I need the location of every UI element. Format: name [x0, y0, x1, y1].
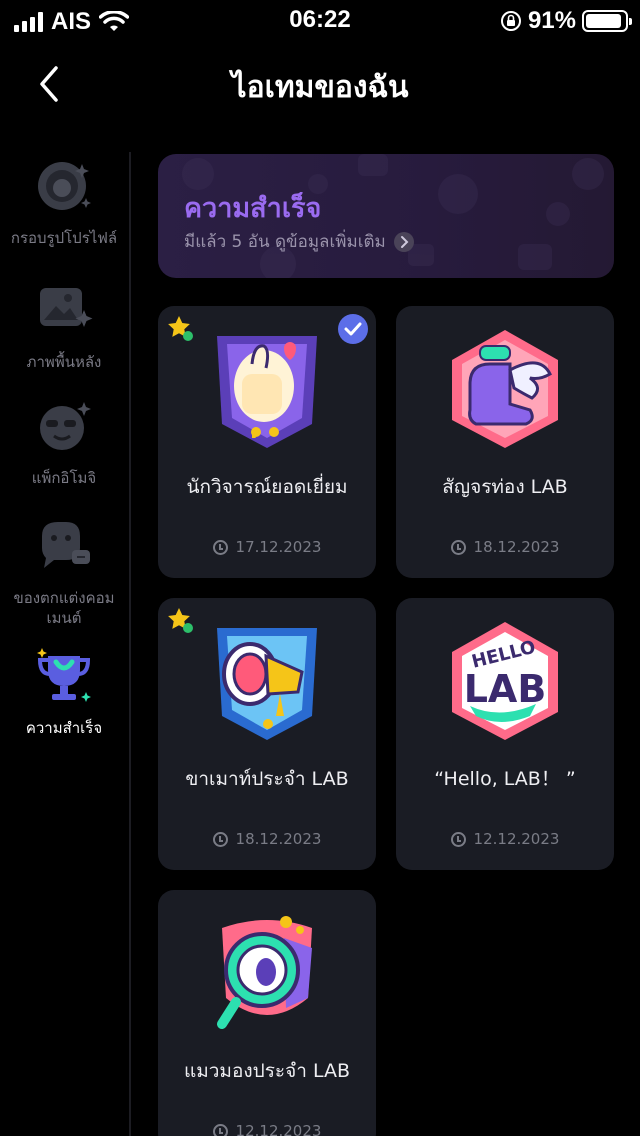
- achievement-date: 12.12.2023: [396, 830, 614, 848]
- star-tag-icon: [168, 608, 193, 633]
- page-title: ไอเทมของฉัน: [231, 70, 409, 105]
- achievement-date-text: 12.12.2023: [235, 1122, 322, 1136]
- sidebar-item-label: แพ็กอิโมจิ: [31, 469, 97, 487]
- battery-icon: [582, 10, 632, 32]
- background-image-icon: [40, 288, 93, 327]
- profile-frame-icon: [38, 162, 91, 210]
- clock-icon: [212, 1123, 228, 1136]
- star-tag-icon: [168, 316, 193, 341]
- achievement-date-text: 12.12.2023: [473, 830, 560, 848]
- equipped-check-icon: [338, 314, 368, 344]
- achievement-date-text: 18.12.2023: [235, 830, 322, 848]
- banner-subtitle: มีแล้ว 5 อัน ดูข้อมูลเพิ่มเติม: [184, 228, 414, 255]
- sidebar: กรอบรูปโปรไฟล์ ภาพพื้นหลัง แพ็กอิโมจิ ขอ…: [0, 150, 128, 1136]
- banner-subtitle-text: มีแล้ว 5 อัน ดูข้อมูลเพิ่มเติม: [184, 232, 386, 252]
- emoji-pack-icon: [40, 402, 91, 450]
- achievement-date-text: 17.12.2023: [235, 538, 322, 556]
- clock-icon: [450, 831, 466, 847]
- sidebar-item-label: ของตกแต่งคอม เมนต์: [13, 589, 115, 627]
- achievement-name: ขาเมาท์ประจำ LAB: [185, 768, 349, 790]
- banner-title: ความสำเร็จ: [184, 193, 322, 224]
- achievement-date: 18.12.2023: [158, 830, 376, 848]
- achievement-date: 12.12.2023: [158, 1122, 376, 1136]
- clock-icon: [450, 539, 466, 555]
- hello-lab-badge-icon: HELLO LAB: [452, 622, 558, 740]
- achievement-date-text: 18.12.2023: [473, 538, 560, 556]
- achievements-banner[interactable]: ความสำเร็จ มีแล้ว 5 อัน ดูข้อมูลเพิ่มเติ…: [158, 154, 614, 278]
- rotation-lock-icon: [500, 11, 521, 31]
- achievement-name: “Hello, LAB！ ”: [434, 768, 576, 790]
- sidebar-divider: [129, 152, 131, 1136]
- sidebar-item-emoji-pack[interactable]: แพ็กอิโมจิ: [0, 394, 128, 488]
- sidebar-item-profile-frame[interactable]: กรอบรูปโปรไฟล์: [0, 154, 128, 248]
- comment-decoration-icon: [42, 522, 90, 568]
- megaphone-badge-icon: [217, 628, 317, 740]
- battery-percent: 91%: [527, 7, 576, 34]
- header: ไอเทมของฉัน: [0, 48, 640, 118]
- magnifier-badge-icon: [217, 916, 312, 1029]
- battery-fill: [586, 14, 621, 28]
- sidebar-item-label: ความสำเร็จ: [25, 719, 103, 737]
- achievement-card[interactable]: แมวมองประจำ LAB 12.12.2023: [158, 890, 376, 1136]
- thumbs-up-badge-icon: [217, 336, 317, 448]
- achievement-date: 18.12.2023: [396, 538, 614, 556]
- chevron-right-icon: [393, 231, 414, 252]
- achievement-card[interactable]: HELLO LAB “Hello, LAB！ ” 12.12.2023: [396, 598, 614, 870]
- sidebar-item-label: ภาพพื้นหลัง: [26, 353, 102, 371]
- achievement-card[interactable]: สัญจรท่อง LAB 18.12.2023: [396, 306, 614, 578]
- sidebar-item-label: กรอบรูปโปรไฟล์: [10, 229, 118, 247]
- sidebar-item-background[interactable]: ภาพพื้นหลัง: [0, 278, 128, 372]
- achievement-name: นักวิจารณ์ยอดเยี่ยม: [186, 476, 348, 498]
- achievement-date: 17.12.2023: [158, 538, 376, 556]
- winged-boot-badge-icon: [452, 330, 558, 448]
- svg-text:LAB: LAB: [464, 667, 547, 711]
- clock-icon: [212, 539, 228, 555]
- achievement-card[interactable]: ขาเมาท์ประจำ LAB 18.12.2023: [158, 598, 376, 870]
- achievement-card[interactable]: นักวิจารณ์ยอดเยี่ยม 17.12.2023: [158, 306, 376, 578]
- achievement-name: แมวมองประจำ LAB: [183, 1060, 351, 1082]
- sidebar-item-comment-decoration[interactable]: ของตกแต่งคอม เมนต์: [0, 514, 128, 628]
- sidebar-item-achievements[interactable]: ความสำเร็จ: [0, 644, 128, 738]
- status-bar: AIS 06:22 91%: [0, 0, 640, 40]
- clock-icon: [212, 831, 228, 847]
- achievement-name: สัญจรท่อง LAB: [442, 476, 568, 498]
- trophy-icon: [37, 648, 91, 702]
- status-right: 91%: [500, 7, 632, 35]
